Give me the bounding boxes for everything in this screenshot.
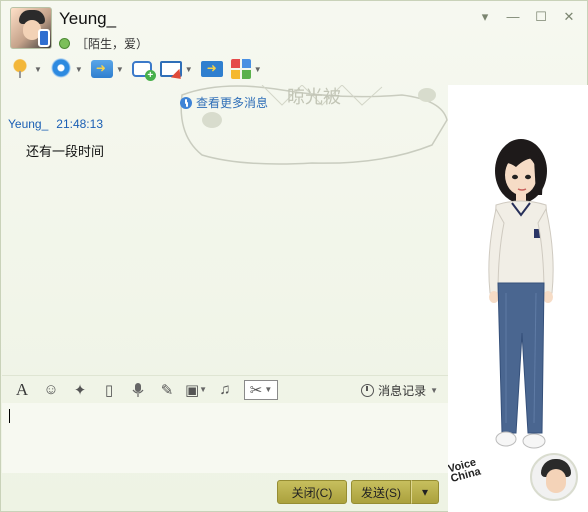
mobile-online-icon xyxy=(38,29,50,47)
chevron-down-icon[interactable]: ▼ xyxy=(254,65,262,74)
message-time: 21:48:13 xyxy=(56,117,103,131)
view-more-messages-label: 查看更多消息 xyxy=(196,96,269,110)
microphone-icon xyxy=(132,382,144,397)
chevron-down-icon[interactable]: ▼ xyxy=(75,65,83,74)
input-toolbar: A ☺ ✦ ▯ ✎ ▣ ▼ ♫ ✂ ▼ 消息记录 ▼ xyxy=(2,375,448,403)
history-clock-icon xyxy=(361,384,375,397)
music-button[interactable]: ♫ xyxy=(215,380,235,400)
view-more-messages-link[interactable]: 查看更多消息 xyxy=(180,94,268,111)
send-image-button[interactable]: ▣ ▼ xyxy=(184,380,207,400)
create-group-chat-icon xyxy=(131,61,156,81)
send-button[interactable]: 发送(S) xyxy=(351,480,411,504)
chevron-down-icon[interactable]: ▼ xyxy=(34,65,42,74)
emoji-button[interactable]: ☺ xyxy=(41,380,61,400)
send-file-button[interactable]: ▼ xyxy=(90,60,124,78)
message-sender[interactable]: Yeung_ xyxy=(8,117,48,131)
video-call-button[interactable]: ▼ xyxy=(49,58,83,80)
font-button[interactable]: A xyxy=(12,380,32,400)
menu-dropdown-icon[interactable]: ▾ xyxy=(477,9,493,25)
contact-signature: ［陌生，爱） xyxy=(59,35,148,52)
text-cursor xyxy=(9,409,10,423)
message-input[interactable] xyxy=(2,403,448,473)
screenshot-button[interactable]: ✂ ▼ xyxy=(244,379,278,400)
self-avatar[interactable] xyxy=(530,453,578,501)
message-header: Yeung_ 21:48:13 xyxy=(8,117,103,131)
show-panel: Voice China xyxy=(448,85,588,512)
chat-toolbar: ▼ ▼ ▼ ▼ ▼ xyxy=(9,56,262,82)
webcam-icon xyxy=(49,58,72,80)
chevron-down-icon[interactable]: ▼ xyxy=(264,385,272,394)
voice-call-button[interactable]: ▼ xyxy=(9,58,42,80)
window-controls: ▾ — ☐ ✕ xyxy=(477,9,577,25)
chevron-down-icon[interactable]: ▼ xyxy=(185,65,193,74)
image-icon: ▣ xyxy=(184,381,200,399)
gif-button[interactable]: ▯ xyxy=(99,380,119,400)
close-window-button[interactable]: ✕ xyxy=(561,9,577,25)
message-text: 还有一段时间 xyxy=(26,144,105,159)
qq-show-character[interactable] xyxy=(476,133,566,463)
send-file-icon xyxy=(90,60,113,78)
signature-icon xyxy=(59,38,70,49)
microphone-icon xyxy=(9,58,31,80)
chevron-down-icon[interactable]: ▼ xyxy=(116,65,124,74)
apps-icon xyxy=(230,59,251,79)
chevron-down-icon: ▼ xyxy=(430,386,438,395)
clock-icon xyxy=(180,96,192,109)
message-area[interactable]: 晾光被 查看更多消息 Yeung_ 21:48:13 还有一段时间 xyxy=(2,85,448,373)
pillow-text: 晾光被 xyxy=(287,87,341,108)
share-screen-button[interactable] xyxy=(200,61,223,77)
edit-button[interactable]: ✎ xyxy=(157,380,177,400)
send-options-button[interactable]: ▾ xyxy=(411,480,439,504)
remote-assist-button[interactable]: ▼ xyxy=(159,61,193,77)
remote-assist-icon xyxy=(159,61,182,77)
maximize-button[interactable]: ☐ xyxy=(533,9,549,25)
voice-of-china-logo: Voice China xyxy=(448,450,509,493)
chevron-down-icon[interactable]: ▼ xyxy=(199,385,207,394)
close-button[interactable]: 关闭(C) xyxy=(277,480,347,504)
apps-button[interactable]: ▼ xyxy=(230,59,262,79)
chat-window: Yeung_ ［陌生，爱） ▾ — ☐ ✕ ▼ ▼ ▼ ▼ xyxy=(0,0,588,512)
voice-message-button[interactable] xyxy=(128,380,148,400)
message-history-button[interactable]: 消息记录 ▼ xyxy=(361,382,438,399)
contact-nickname[interactable]: Yeung_ xyxy=(59,9,116,29)
minimize-button[interactable]: — xyxy=(505,9,521,25)
share-screen-icon xyxy=(200,61,223,77)
message-history-label: 消息记录 xyxy=(378,384,427,398)
signature-text: ［陌生，爱） xyxy=(76,37,149,51)
create-group-chat-button[interactable] xyxy=(131,61,156,81)
screen-shake-button[interactable]: ✦ xyxy=(70,380,90,400)
scissors-icon: ✂ xyxy=(249,381,263,399)
